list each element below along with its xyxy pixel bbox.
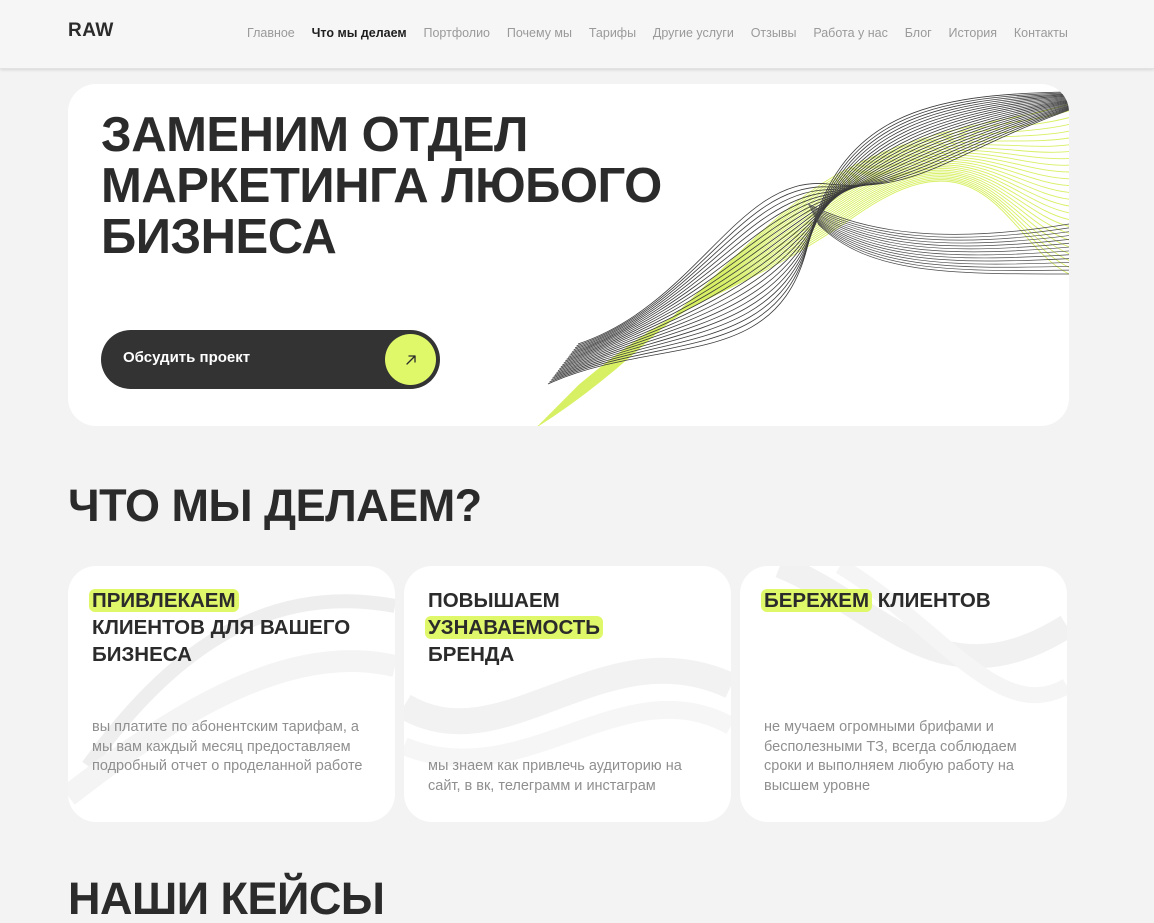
nav-link-main[interactable]: Главное: [247, 26, 295, 40]
card-title: ПРИВЛЕКАЕМ КЛИЕНТОВ ДЛЯ ВАШЕГО БИЗНЕСА: [89, 587, 382, 668]
nav-link-what-we-do[interactable]: Что мы делаем: [312, 26, 407, 40]
card-title-rest: КЛИЕНТОВ: [877, 589, 991, 612]
card-title-highlight: УЗНАВАЕМОСТЬ: [425, 616, 604, 639]
cases-section-title: НАШИ КЕЙСЫ: [68, 873, 385, 923]
card-title: БЕРЕЖЕМ КЛИЕНТОВ: [761, 587, 1054, 614]
service-card-retain: БЕРЕЖЕМ КЛИЕНТОВ не мучаем огромными бри…: [740, 566, 1067, 822]
hero-banner: ЗАМЕНИМ ОТДЕЛ МАРКЕТИНГА ЛЮБОГО БИЗНЕСА …: [68, 84, 1069, 426]
card-title-highlight: БЕРЕЖЕМ: [761, 589, 873, 612]
hero-title-line: МАРКЕТИНГА ЛЮБОГО: [101, 159, 662, 213]
discuss-project-label: Обсудить проект: [123, 349, 251, 366]
card-title-rest: КЛИЕНТОВ ДЛЯ ВАШЕГО БИЗНЕСА: [92, 616, 351, 666]
card-title: ПОВЫШАЕМ УЗНАВАЕМОСТЬ БРЕНДА: [425, 587, 718, 668]
nav-link-careers[interactable]: Работа у нас: [813, 26, 888, 40]
logo[interactable]: RAW: [68, 20, 114, 42]
nav-link-pricing[interactable]: Тарифы: [589, 26, 636, 40]
service-card-attract: ПРИВЛЕКАЕМ КЛИЕНТОВ ДЛЯ ВАШЕГО БИЗНЕСА в…: [68, 566, 395, 822]
nav-link-portfolio[interactable]: Портфолио: [423, 26, 490, 40]
nav-link-why-us[interactable]: Почему мы: [507, 26, 572, 40]
discuss-project-button[interactable]: Обсудить проект: [101, 330, 440, 389]
card-description: вы платите по абонентским тарифам, а мы …: [92, 719, 363, 774]
hero-title-line: БИЗНЕСА: [101, 210, 337, 264]
service-card-awareness: ПОВЫШАЕМ УЗНАВАЕМОСТЬ БРЕНДА мы знаем ка…: [404, 566, 731, 822]
wave-line: [817, 223, 1069, 275]
hero-title: ЗАМЕНИМ ОТДЕЛ МАРКЕТИНГА ЛЮБОГО БИЗНЕСА: [101, 110, 741, 263]
site-header: RAW Главное Что мы делаем Портфолио Поче…: [0, 0, 1154, 69]
arrow-up-right-icon: [385, 334, 436, 385]
card-title-highlight: ПРИВЛЕКАЕМ: [89, 589, 239, 612]
services-section-title: ЧТО МЫ ДЕЛАЕМ?: [68, 480, 482, 531]
card-title-before: ПОВЫШАЕМ: [428, 589, 560, 612]
card-description: не мучаем огромными брифами и бесполезны…: [764, 719, 1017, 794]
card-description: мы знаем как привлечь аудиторию на сайт,…: [428, 758, 682, 794]
nav-link-other-services[interactable]: Другие услуги: [653, 26, 734, 40]
nav-link-history[interactable]: История: [949, 26, 997, 40]
main-nav: Главное Что мы делаем Портфолио Почему м…: [247, 26, 1068, 40]
nav-link-contacts[interactable]: Контакты: [1014, 26, 1068, 40]
card-title-after: БРЕНДА: [428, 643, 515, 666]
nav-link-reviews[interactable]: Отзывы: [751, 26, 797, 40]
hero-title-line: ЗАМЕНИМ ОТДЕЛ: [101, 108, 528, 162]
nav-link-blog[interactable]: Блог: [905, 26, 932, 40]
